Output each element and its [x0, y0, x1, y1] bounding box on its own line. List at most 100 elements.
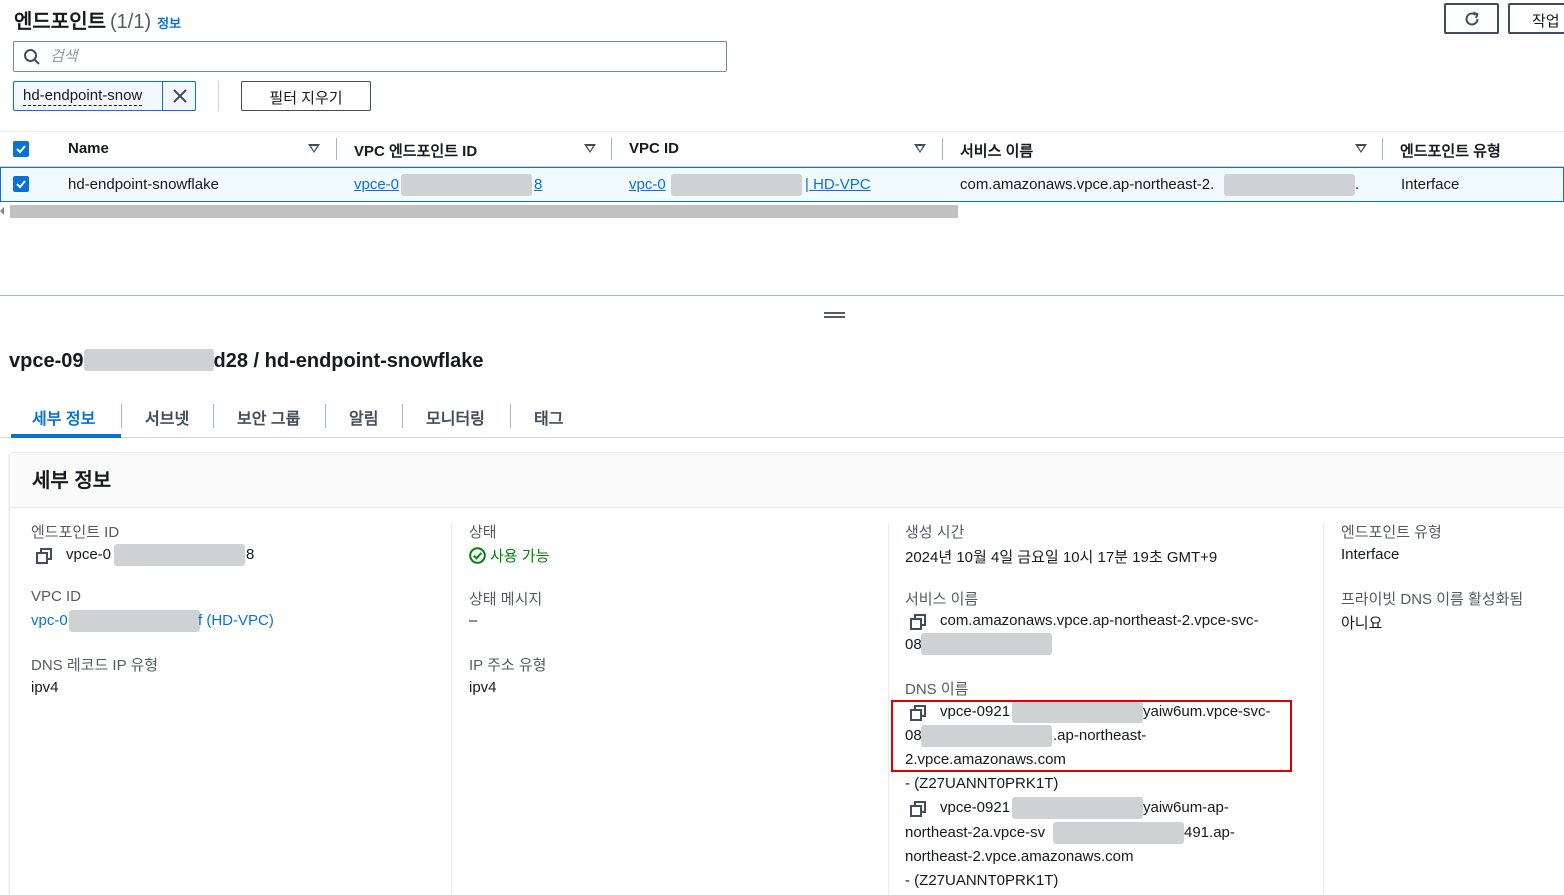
status-value: 사용 가능 — [490, 548, 550, 565]
detail-title: vpce-09 d28 / hd-endpoint-snowflake — [9, 349, 484, 373]
annotation-highlight-box — [891, 700, 1292, 772]
row-service-suffix: . — [1355, 176, 1360, 193]
endpoint-id-label: 엔드포인트 ID — [31, 524, 120, 541]
tab-divider — [325, 404, 326, 428]
sort-icon[interactable] — [1355, 144, 1367, 153]
detail-title-prefix: vpce-09 — [9, 350, 84, 372]
column-divider — [451, 523, 452, 895]
row-checkbox[interactable] — [13, 176, 29, 192]
sort-icon[interactable] — [308, 144, 320, 153]
vpc-name-link[interactable]: f (HD-VPC) — [198, 612, 274, 629]
info-link[interactable]: 정보 — [157, 16, 181, 31]
copy-icon[interactable] — [36, 548, 52, 564]
tab-monitoring[interactable]: 모니터링 — [426, 405, 485, 429]
dns2-hosted-zone: - (Z27UANNT0PRK1T) — [905, 872, 1059, 889]
page-title-text: 엔드포인트 — [14, 11, 106, 33]
tab-tags[interactable]: 태그 — [534, 405, 563, 429]
card-title: 세부 정보 — [32, 470, 112, 492]
copy-icon[interactable] — [910, 801, 926, 817]
endpoints-list-panel: 엔드포인트(1/1)정보 작업 hd-endpoint-snow 필터 지우기 … — [0, 0, 1564, 296]
tab-divider — [510, 404, 511, 428]
tab-security-groups[interactable]: 보안 그룹 — [237, 405, 300, 429]
column-divider[interactable] — [1382, 138, 1383, 160]
column-header-vpc-id[interactable]: VPC ID — [629, 140, 679, 157]
column-divider[interactable] — [611, 138, 612, 160]
column-divider[interactable] — [336, 138, 337, 160]
table-header: Name VPC 엔드포인트 ID VPC ID 서비스 이름 엔드포인트 유형 — [0, 131, 1564, 167]
tab-details[interactable]: 세부 정보 — [32, 405, 95, 429]
vpc-id-link[interactable]: vpc-0 — [31, 612, 68, 629]
endpoint-id-prefix: vpce-0 — [66, 546, 112, 563]
search-box[interactable] — [13, 41, 727, 72]
dns-names-label: DNS 이름 — [905, 681, 969, 698]
active-tab-indicator — [11, 434, 121, 438]
redacted-block — [114, 544, 245, 566]
redacted-block — [921, 633, 1052, 655]
service-name-line1: com.amazonaws.vpce.ap-northeast-2.vpce-s… — [940, 612, 1259, 629]
endpoint-type-label: 엔드포인트 유형 — [1341, 524, 1442, 541]
actions-button[interactable]: 작업 — [1508, 3, 1564, 34]
dns2-line2-prefix: northeast-2a.vpce-sv — [905, 824, 1046, 841]
creation-time-value: 2024년 10월 4일 금요일 10시 17분 19초 GMT+9 — [905, 549, 1218, 566]
row-service-name: com.amazonaws.vpce.ap-northeast-2. — [960, 176, 1215, 193]
sort-icon[interactable] — [584, 144, 596, 153]
row-name: hd-endpoint-snowflake — [68, 176, 219, 193]
dns2-line1-suffix: yaiw6um-ap- — [1143, 799, 1229, 816]
checkmark-icon — [16, 180, 26, 189]
column-divider — [1323, 523, 1324, 895]
column-header-service-name[interactable]: 서비스 이름 — [960, 140, 1033, 161]
redacted-block — [1053, 822, 1184, 844]
column-header-endpoint-id[interactable]: VPC 엔드포인트 ID — [354, 140, 477, 161]
page-title: 엔드포인트 (1/1) 정보 — [14, 5, 181, 34]
tab-divider — [121, 404, 122, 428]
creation-time-label: 생성 시간 — [905, 524, 965, 541]
private-dns-enabled-label: 프라이빗 DNS 이름 활성화됨 — [1341, 591, 1524, 608]
dns-record-ip-type-value: ipv4 — [31, 679, 59, 696]
tab-divider — [402, 404, 403, 428]
detail-title-suffix: d28 / hd-endpoint-snowflake — [213, 350, 484, 372]
redacted-block — [1224, 174, 1355, 196]
ip-address-type-label: IP 주소 유형 — [469, 657, 547, 674]
filter-token[interactable]: hd-endpoint-snow — [13, 81, 196, 111]
search-input[interactable] — [50, 45, 710, 67]
scroll-left-arrow[interactable] — [0, 207, 4, 215]
redacted-block — [401, 174, 532, 196]
dns2-line2-suffix: 491.ap- — [1184, 824, 1235, 841]
details-card: 세부 정보 — [9, 452, 1564, 895]
close-icon — [172, 89, 187, 103]
endpoint-id-suffix: 8 — [246, 546, 255, 563]
table-row[interactable]: hd-endpoint-snowflake vpce-0 8 vpc-0 | H… — [0, 167, 1564, 202]
redacted-block — [69, 610, 200, 632]
dns1-hosted-zone: - (Z27UANNT0PRK1T) — [905, 775, 1059, 792]
redacted-block — [671, 174, 802, 196]
row-endpoint-id-suffix[interactable]: 8 — [534, 176, 542, 193]
column-header-name[interactable]: Name — [68, 140, 109, 157]
refresh-button[interactable] — [1444, 3, 1499, 34]
tab-subnets[interactable]: 서브넷 — [145, 405, 189, 429]
ip-address-type-value: ipv4 — [469, 679, 497, 696]
checkmark-icon — [16, 145, 26, 154]
private-dns-enabled-value: 아니요 — [1341, 615, 1383, 632]
status-label: 상태 — [469, 524, 497, 541]
copy-icon[interactable] — [910, 614, 926, 630]
column-divider[interactable] — [942, 138, 943, 160]
row-vpc-name-link[interactable]: | HD-VPC — [805, 176, 871, 193]
row-endpoint-id-link[interactable]: vpce-0 — [354, 176, 399, 193]
clear-filters-button[interactable]: 필터 지우기 — [241, 81, 371, 111]
service-name-line2: 08 — [905, 636, 922, 653]
horizontal-scrollbar[interactable] — [10, 205, 958, 218]
tab-divider — [213, 404, 214, 428]
split-panel-drag-handle[interactable] — [824, 312, 845, 318]
row-vpc-id-link[interactable]: vpc-0 — [629, 176, 666, 193]
filter-token-label[interactable]: hd-endpoint-snow — [23, 87, 143, 106]
endpoint-type-value: Interface — [1341, 546, 1400, 563]
refresh-icon — [1465, 11, 1479, 25]
redacted-block — [1012, 797, 1143, 819]
status-message-value: – — [469, 612, 478, 629]
remove-filter-button[interactable] — [162, 81, 196, 111]
row-endpoint-type: Interface — [1401, 176, 1460, 193]
column-header-endpoint-type[interactable]: 엔드포인트 유형 — [1400, 140, 1501, 161]
tab-notifications[interactable]: 알림 — [349, 405, 378, 429]
sort-icon[interactable] — [914, 144, 926, 153]
select-all-checkbox[interactable] — [13, 141, 29, 157]
